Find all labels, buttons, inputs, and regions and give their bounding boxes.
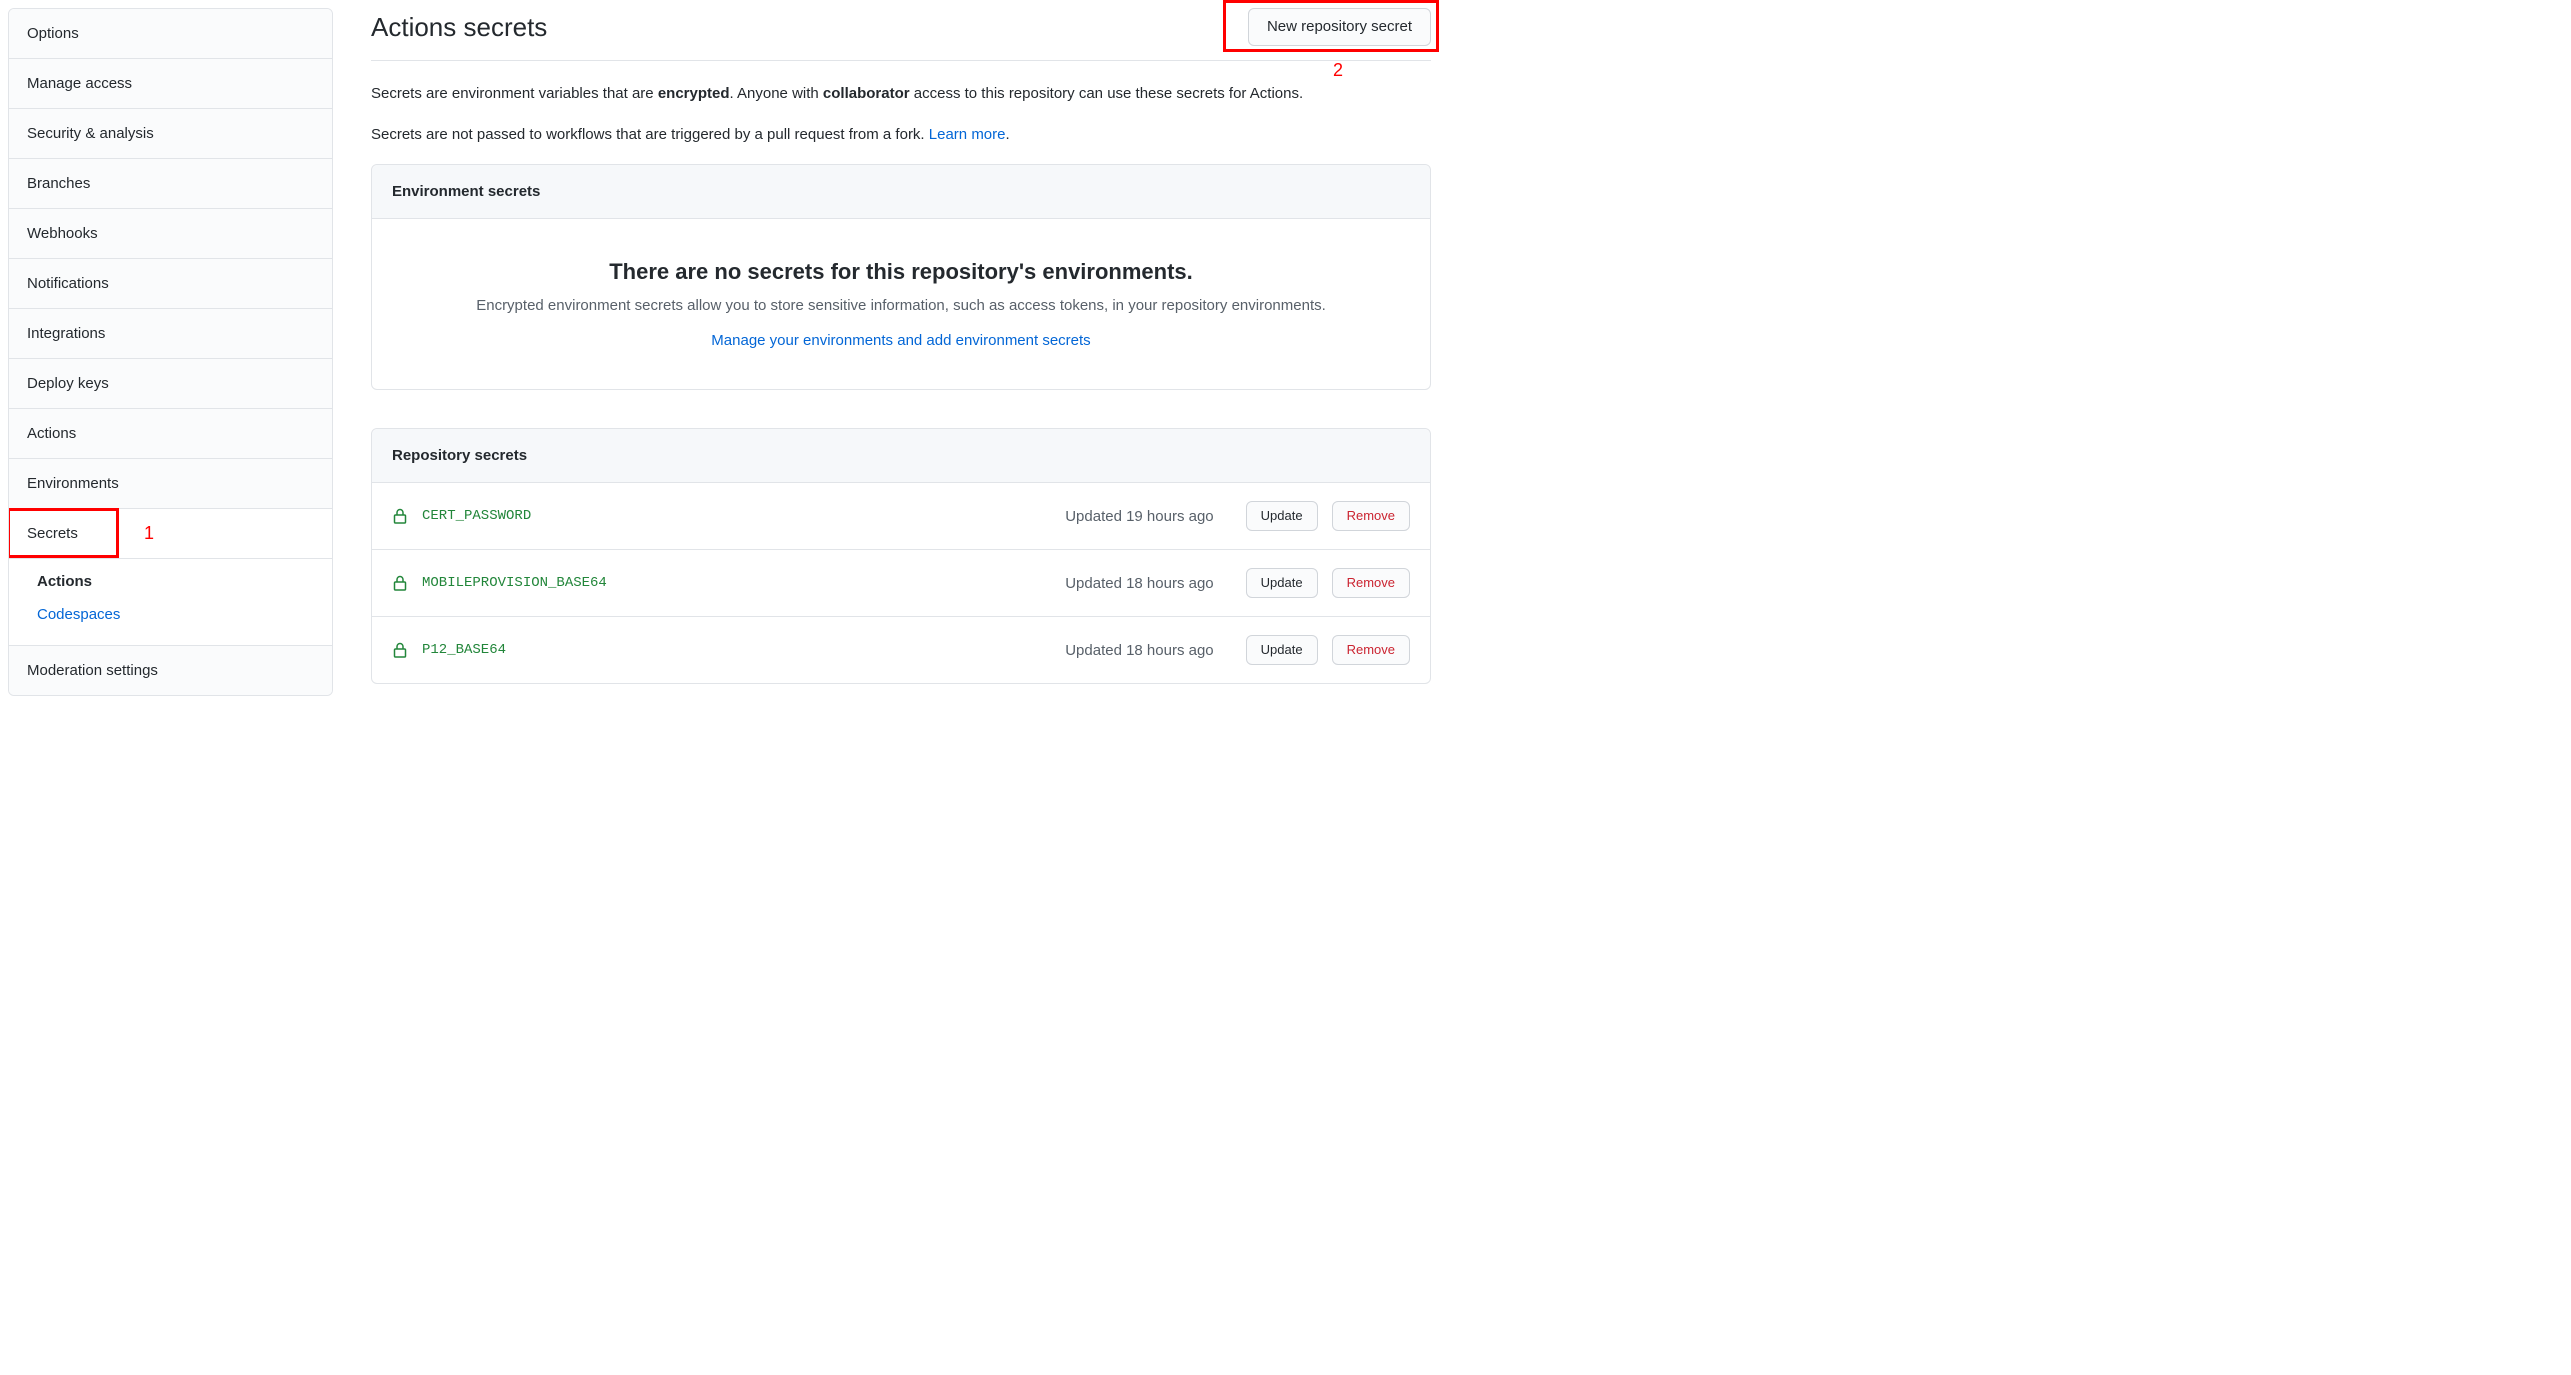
remove-button[interactable]: Remove — [1332, 568, 1410, 598]
sidebar-secrets-submenu: Actions Codespaces — [9, 559, 332, 646]
environment-secrets-box: Environment secrets There are no secrets… — [371, 164, 1431, 390]
update-button[interactable]: Update — [1246, 501, 1318, 531]
sidebar-item-moderation-settings[interactable]: Moderation settings — [9, 646, 332, 695]
page-title: Actions secrets — [371, 12, 547, 43]
sidebar-item-deploy-keys[interactable]: Deploy keys — [9, 359, 332, 409]
secret-name: CERT_PASSWORD — [422, 508, 1051, 524]
lock-icon — [392, 641, 408, 659]
secret-actions: Update Remove — [1246, 635, 1410, 665]
secret-updated: Updated 19 hours ago — [1065, 508, 1213, 525]
environment-secrets-empty: There are no secrets for this repository… — [372, 219, 1430, 389]
sidebar-item-webhooks[interactable]: Webhooks — [9, 209, 332, 259]
sidebar-item-environments[interactable]: Environments — [9, 459, 332, 509]
new-repository-secret-button[interactable]: New repository secret — [1248, 8, 1431, 46]
sidebar-item-secrets[interactable]: Secrets 1 — [9, 509, 332, 559]
sidebar-item-notifications[interactable]: Notifications — [9, 259, 332, 309]
environment-secrets-header: Environment secrets — [372, 165, 1430, 219]
empty-description: Encrypted environment secrets allow you … — [404, 297, 1398, 314]
sidebar-item-security-analysis[interactable]: Security & analysis — [9, 109, 332, 159]
annotation-label-2: 2 — [1333, 60, 1343, 81]
lock-icon — [392, 574, 408, 592]
secret-actions: Update Remove — [1246, 501, 1410, 531]
repository-secrets-box: Repository secrets CERT_PASSWORD Updated… — [371, 428, 1431, 684]
annotation-label-1: 1 — [144, 523, 154, 544]
repository-secrets-header: Repository secrets — [372, 429, 1430, 483]
secret-name: MOBILEPROVISION_BASE64 — [422, 575, 1051, 591]
page-header: Actions secrets New repository secret 2 — [371, 8, 1431, 61]
sidebar-item-options[interactable]: Options — [9, 9, 332, 59]
secret-row: MOBILEPROVISION_BASE64 Updated 18 hours … — [372, 550, 1430, 617]
secret-updated: Updated 18 hours ago — [1065, 642, 1213, 659]
secret-name: P12_BASE64 — [422, 642, 1051, 658]
sidebar-item-branches[interactable]: Branches — [9, 159, 332, 209]
intro-line-2: Secrets are not passed to workflows that… — [371, 124, 1431, 147]
secret-row: P12_BASE64 Updated 18 hours ago Update R… — [372, 617, 1430, 683]
settings-sidebar: Options Manage access Security & analysi… — [8, 8, 333, 696]
sidebar-item-actions[interactable]: Actions — [9, 409, 332, 459]
learn-more-link[interactable]: Learn more — [929, 126, 1006, 143]
sidebar-item-integrations[interactable]: Integrations — [9, 309, 332, 359]
remove-button[interactable]: Remove — [1332, 635, 1410, 665]
sidebar-item-manage-access[interactable]: Manage access — [9, 59, 332, 109]
remove-button[interactable]: Remove — [1332, 501, 1410, 531]
manage-environments-link[interactable]: Manage your environments and add environ… — [711, 332, 1090, 349]
secret-updated: Updated 18 hours ago — [1065, 575, 1213, 592]
secret-row: CERT_PASSWORD Updated 19 hours ago Updat… — [372, 483, 1430, 550]
update-button[interactable]: Update — [1246, 568, 1318, 598]
lock-icon — [392, 507, 408, 525]
sidebar-sub-actions[interactable]: Actions — [9, 565, 332, 598]
intro-line-1: Secrets are environment variables that a… — [371, 83, 1431, 106]
empty-title: There are no secrets for this repository… — [404, 259, 1398, 285]
secret-actions: Update Remove — [1246, 568, 1410, 598]
update-button[interactable]: Update — [1246, 635, 1318, 665]
main-content: Actions secrets New repository secret 2 … — [371, 8, 1431, 696]
sidebar-sub-codespaces[interactable]: Codespaces — [9, 598, 332, 631]
sidebar-item-label: Secrets — [27, 525, 78, 542]
